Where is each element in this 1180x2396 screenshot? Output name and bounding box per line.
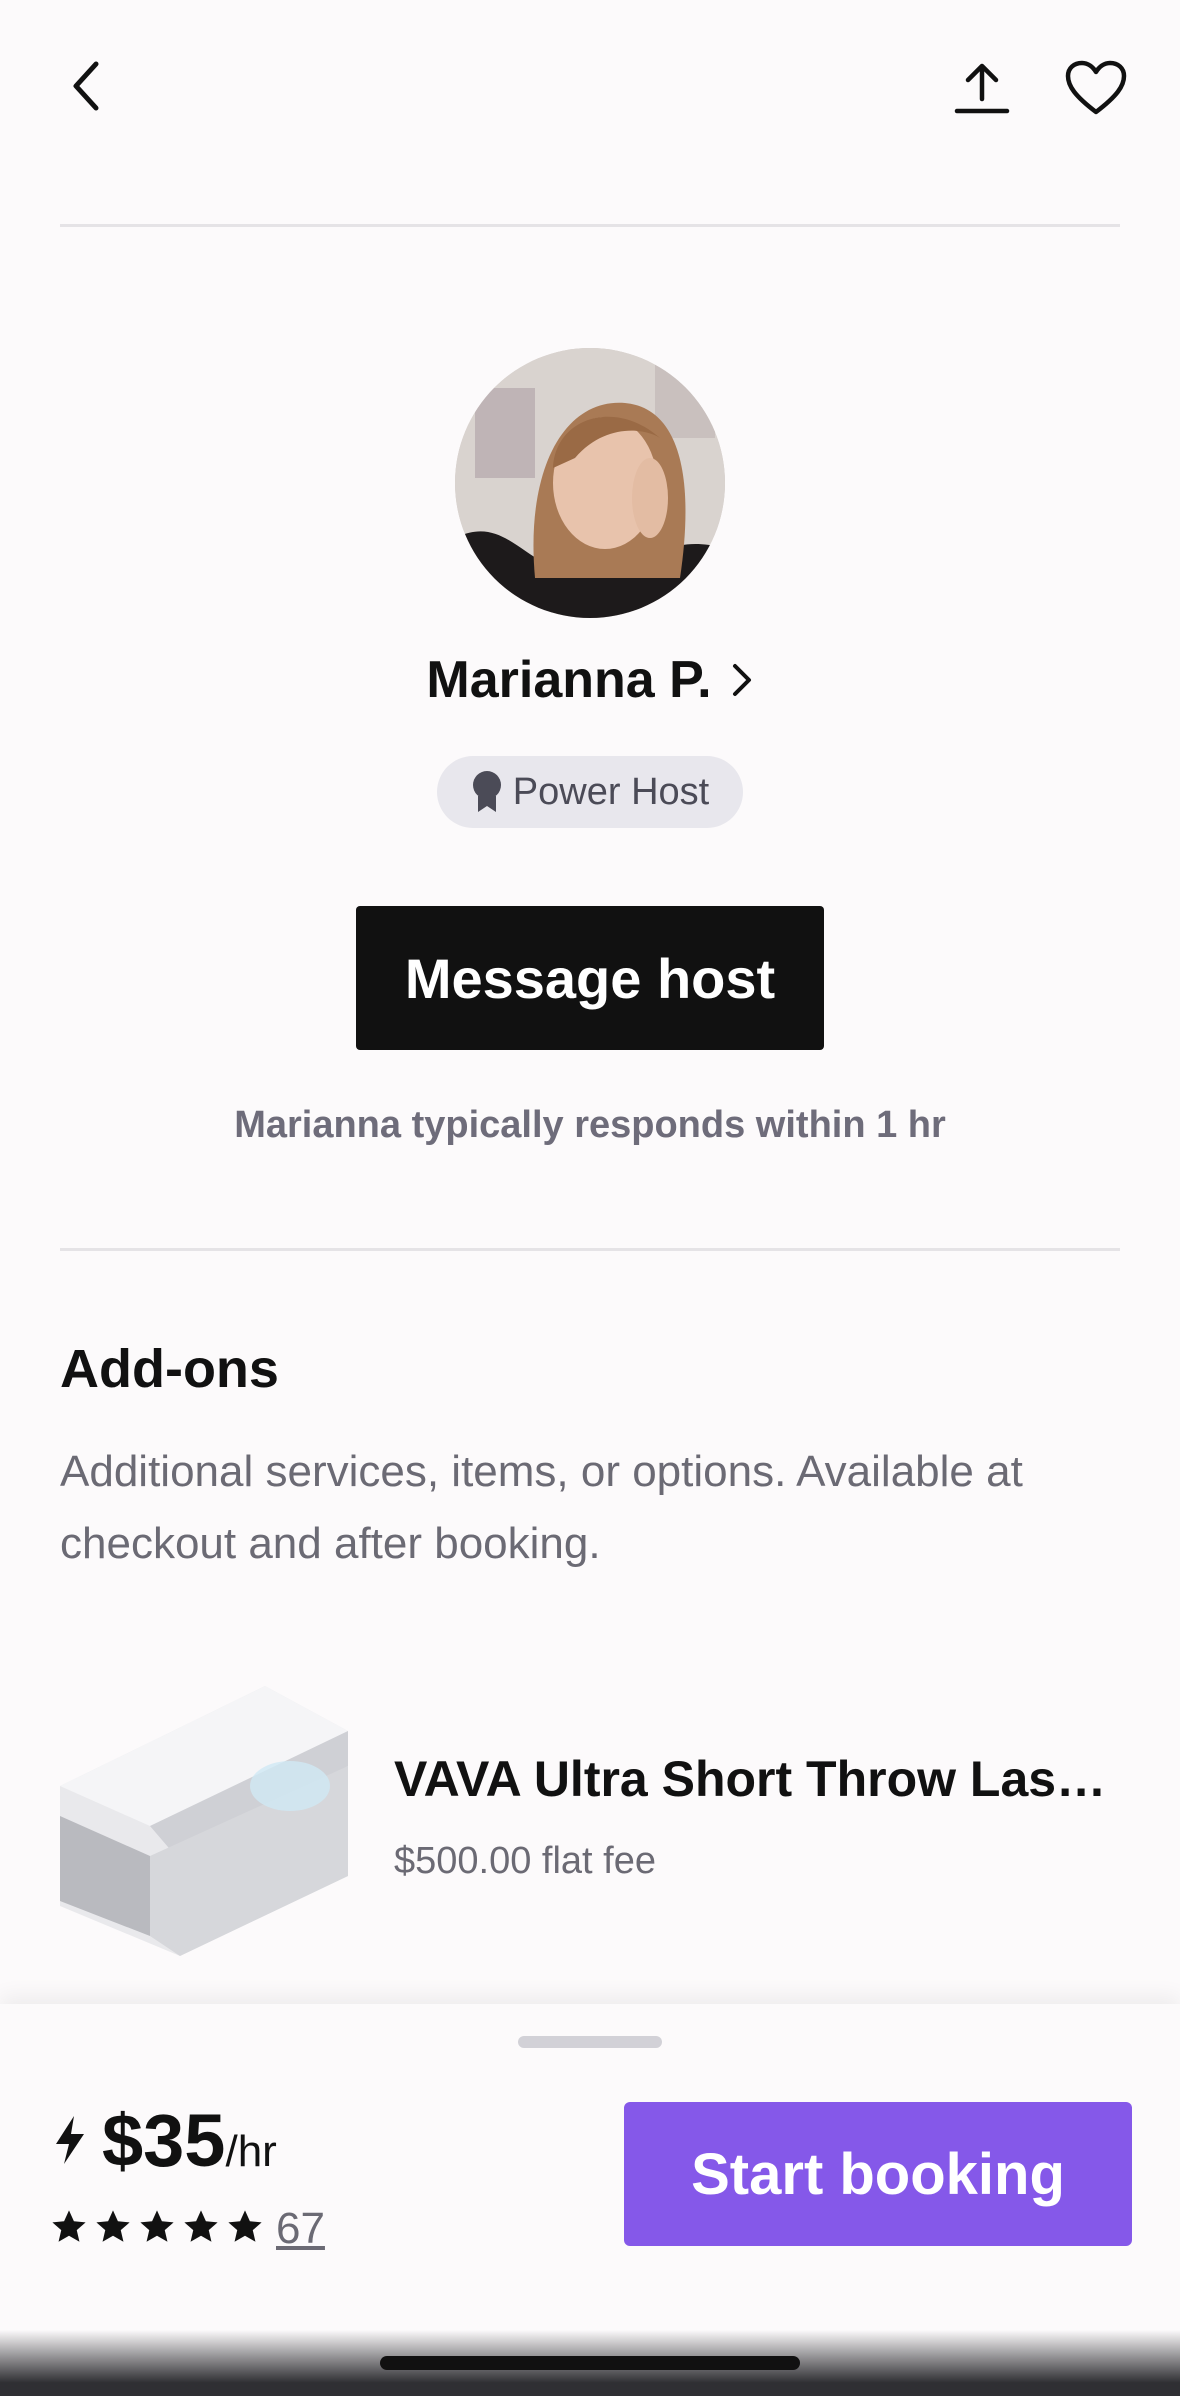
- rating-stars: [50, 2208, 264, 2246]
- star-icon: [140, 2210, 174, 2242]
- favorite-button[interactable]: [1064, 58, 1128, 118]
- home-indicator[interactable]: [380, 2356, 800, 2370]
- addon-image[interactable]: [60, 1676, 348, 1964]
- addon-name[interactable]: VAVA Ultra Short Throw Lase...: [394, 1750, 1124, 1808]
- heart-outline-icon: [1065, 60, 1127, 115]
- host-profile-link[interactable]: Marianna P.: [0, 650, 1180, 710]
- host-avatar[interactable]: [455, 348, 725, 618]
- addons-title: Add-ons: [60, 1339, 279, 1399]
- response-time-text: Marianna typically responds within 1 hr: [234, 1104, 946, 1146]
- star-icon: [184, 2210, 218, 2242]
- share-upload-icon: [954, 63, 1010, 114]
- price-unit: /hr: [225, 2127, 277, 2176]
- power-host-badge: Power Host: [437, 756, 743, 828]
- section-divider: [60, 1248, 1120, 1251]
- chevron-left-icon: [73, 61, 99, 111]
- back-button[interactable]: [56, 56, 116, 116]
- sheet-grabber[interactable]: [518, 2036, 662, 2048]
- message-host-button[interactable]: Message host: [356, 906, 824, 1050]
- addon-price: $500.00 flat fee: [394, 1840, 656, 1882]
- badge-label: Power Host: [512, 770, 710, 813]
- star-icon: [96, 2210, 130, 2242]
- share-button[interactable]: [950, 56, 1014, 120]
- host-name: Marianna P.: [426, 651, 712, 709]
- addons-description: Additional services, items, or options. …: [60, 1447, 1023, 1568]
- review-count-link[interactable]: 67: [276, 2204, 325, 2254]
- star-icon: [52, 2210, 86, 2242]
- award-ribbon-icon: [472, 771, 501, 812]
- lightning-bolt-icon: [56, 2116, 84, 2164]
- price-amount: $35: [102, 2099, 226, 2182]
- price-block: $35 /hr: [52, 2098, 277, 2183]
- chevron-right-icon: [732, 664, 751, 696]
- star-icon: [228, 2210, 262, 2242]
- top-divider: [60, 224, 1120, 227]
- start-booking-button[interactable]: Start booking: [624, 2102, 1132, 2246]
